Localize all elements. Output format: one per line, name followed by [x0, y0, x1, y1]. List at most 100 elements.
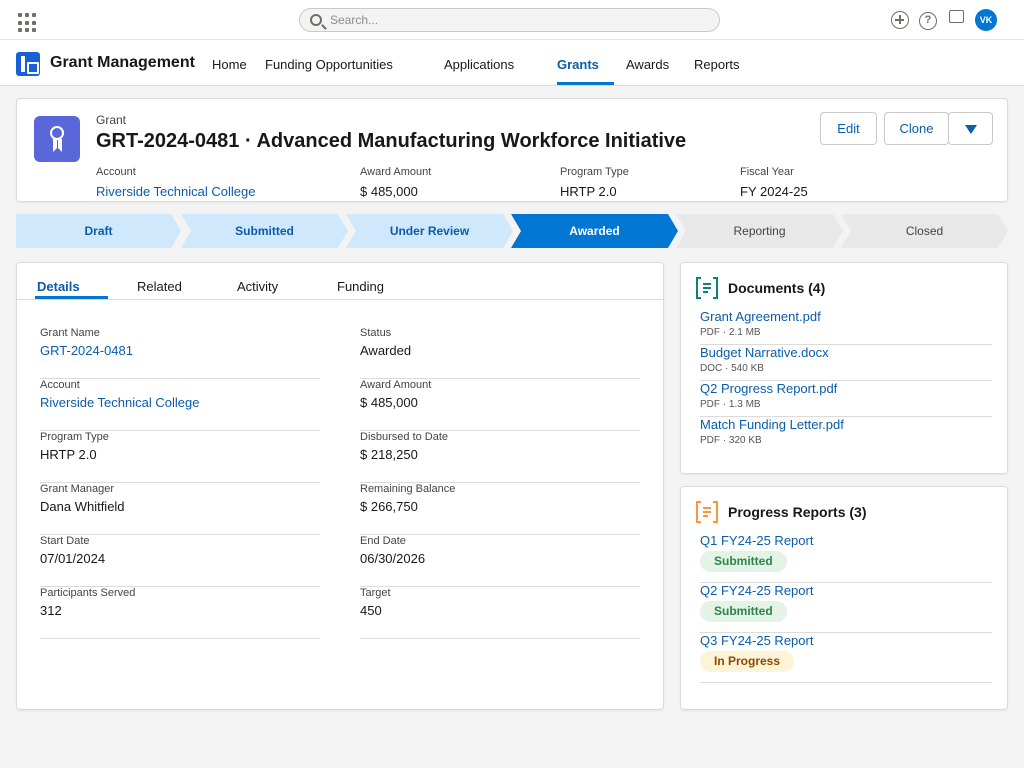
list-item: Budget Narrative.docx DOC · 540 KB — [700, 345, 992, 381]
add-icon[interactable] — [891, 11, 909, 29]
report-link[interactable]: Q1 FY24-25 Report — [700, 533, 813, 548]
field-value: 06/30/2026 — [360, 551, 426, 566]
nav-item-funding-opportunities[interactable]: Funding Opportunities — [265, 57, 393, 72]
more-actions-button[interactable] — [948, 112, 993, 145]
nav-item-reports[interactable]: Reports — [694, 57, 740, 72]
progress-reports-card: Progress Reports (3) Q1 FY24-25 Report S… — [680, 486, 1008, 710]
field-label: Disbursed to Date — [360, 431, 449, 443]
document-link[interactable]: Q2 Progress Report.pdf — [700, 381, 837, 396]
field-label: Grant Name — [40, 327, 100, 339]
field-value: HRTP 2.0 — [40, 447, 97, 462]
list-item: Q3 FY24-25 Report In Progress — [700, 633, 992, 683]
chevron-down-icon — [964, 125, 977, 135]
list-item: Q2 FY24-25 Report Submitted — [700, 583, 992, 633]
documents-title[interactable]: Documents (4) — [728, 280, 825, 296]
reports-list-icon — [696, 501, 718, 523]
field-label: Target — [360, 587, 391, 599]
field-value: $ 266,750 — [360, 499, 418, 514]
highlight-award-amount: Award Amount $ 485,000 — [360, 166, 431, 199]
highlight-program-type: Program Type HRTP 2.0 — [560, 166, 629, 199]
list-item: Q2 Progress Report.pdf PDF · 1.3 MB — [700, 381, 992, 417]
stage-awarded[interactable]: Awarded — [511, 214, 678, 248]
list-item: Grant Agreement.pdf PDF · 2.1 MB — [700, 309, 992, 345]
field-label: Status — [360, 327, 392, 339]
record-title: GRT-2024-0481 · Advanced Manufacturing W… — [96, 130, 687, 152]
document-meta: DOC · 540 KB — [700, 363, 764, 374]
document-meta: PDF · 2.1 MB — [700, 327, 761, 338]
field-value: 07/01/2024 — [40, 551, 106, 566]
stage-reporting[interactable]: Reporting — [676, 214, 843, 248]
nav-item-home[interactable]: Home — [212, 57, 247, 72]
field-label: Account — [40, 379, 80, 391]
stage-submitted[interactable]: Submitted — [181, 214, 348, 248]
stage-draft[interactable]: Draft — [16, 214, 181, 248]
account-link[interactable]: Riverside Technical College — [40, 395, 199, 410]
edit-button[interactable]: Edit — [820, 112, 877, 145]
field-value: Awarded — [360, 343, 412, 358]
grant-record-icon — [34, 116, 80, 162]
clone-button[interactable]: Clone — [884, 112, 949, 145]
field-status: Status Awarded — [360, 327, 640, 379]
nav-item-grants[interactable]: Grants — [557, 57, 599, 72]
list-item: Match Funding Letter.pdf PDF · 320 KB — [700, 417, 992, 453]
field-label: Participants Served — [40, 587, 136, 599]
report-link[interactable]: Q3 FY24-25 Report — [700, 633, 813, 648]
field-value: 312 — [40, 603, 62, 618]
highlight-label: Account — [96, 166, 136, 178]
highlight-fiscal-year: Fiscal Year FY 2024-25 — [740, 166, 808, 199]
tab-related[interactable]: Related — [137, 279, 182, 294]
tab-details[interactable]: Details — [37, 279, 80, 294]
field-participants-served: Participants Served 312 — [40, 587, 320, 639]
search-input[interactable] — [330, 11, 710, 29]
field-value: $ 218,250 — [360, 447, 418, 462]
field-label: Grant Manager — [40, 483, 114, 495]
field-end-date: End Date 06/30/2026 — [360, 535, 640, 587]
nav-item-applications[interactable]: Applications — [444, 57, 514, 72]
document-link[interactable]: Budget Narrative.docx — [700, 345, 829, 360]
documents-list-icon — [696, 277, 718, 299]
setup-icon[interactable] — [949, 10, 964, 23]
account-link[interactable]: Riverside Technical College — [96, 184, 255, 199]
avatar[interactable]: VK — [975, 9, 997, 31]
app-logo-icon — [16, 52, 40, 76]
active-nav-indicator — [557, 82, 614, 85]
highlight-label: Award Amount — [360, 166, 432, 178]
stage-under-review[interactable]: Under Review — [346, 214, 513, 248]
status-badge: Submitted — [700, 551, 787, 572]
help-icon[interactable]: ? — [919, 12, 937, 30]
search-icon — [310, 14, 322, 26]
field-value: Dana Whitfield — [40, 499, 125, 514]
stage-closed[interactable]: Closed — [841, 214, 1008, 248]
documents-card: Documents (4) Grant Agreement.pdf PDF · … — [680, 262, 1008, 474]
field-value: $ 485,000 — [360, 395, 418, 410]
highlight-account: Account Riverside Technical College — [96, 166, 255, 199]
field-label: Award Amount — [360, 379, 432, 391]
app-launcher-icon[interactable] — [18, 13, 38, 33]
field-grant-manager: Grant Manager Dana Whitfield — [40, 483, 320, 535]
highlight-label: Program Type — [560, 166, 629, 178]
stage-path: Draft Submitted Under Review Awarded Rep… — [16, 214, 1008, 248]
field-remaining-balance: Remaining Balance $ 266,750 — [360, 483, 640, 535]
document-link[interactable]: Match Funding Letter.pdf — [700, 417, 844, 432]
field-label: Start Date — [40, 535, 90, 547]
report-link[interactable]: Q2 FY24-25 Report — [700, 583, 813, 598]
document-meta: PDF · 320 KB — [700, 435, 762, 446]
field-target: Target 450 — [360, 587, 640, 639]
app-name: Grant Management — [50, 54, 195, 71]
nav-item-awards[interactable]: Awards — [626, 57, 669, 72]
highlight-label: Fiscal Year — [740, 166, 794, 178]
record-header: Grant GRT-2024-0481 · Advanced Manufactu… — [16, 98, 1008, 202]
document-link[interactable]: Grant Agreement.pdf — [700, 309, 821, 324]
document-meta: PDF · 1.3 MB — [700, 399, 761, 410]
field-grant-name: Grant Name GRT-2024-0481 — [40, 327, 320, 379]
grant-name-link[interactable]: GRT-2024-0481 — [40, 343, 133, 358]
details-card: Details Related Activity Funding Grant N… — [16, 262, 664, 710]
global-search[interactable] — [299, 8, 720, 32]
progress-reports-title[interactable]: Progress Reports (3) — [728, 504, 866, 520]
field-label: Program Type — [40, 431, 109, 443]
field-label: End Date — [360, 535, 406, 547]
tab-activity[interactable]: Activity — [237, 279, 278, 294]
tab-funding[interactable]: Funding — [337, 279, 384, 294]
highlight-value: HRTP 2.0 — [560, 184, 617, 199]
field-program-type: Program Type HRTP 2.0 — [40, 431, 320, 483]
